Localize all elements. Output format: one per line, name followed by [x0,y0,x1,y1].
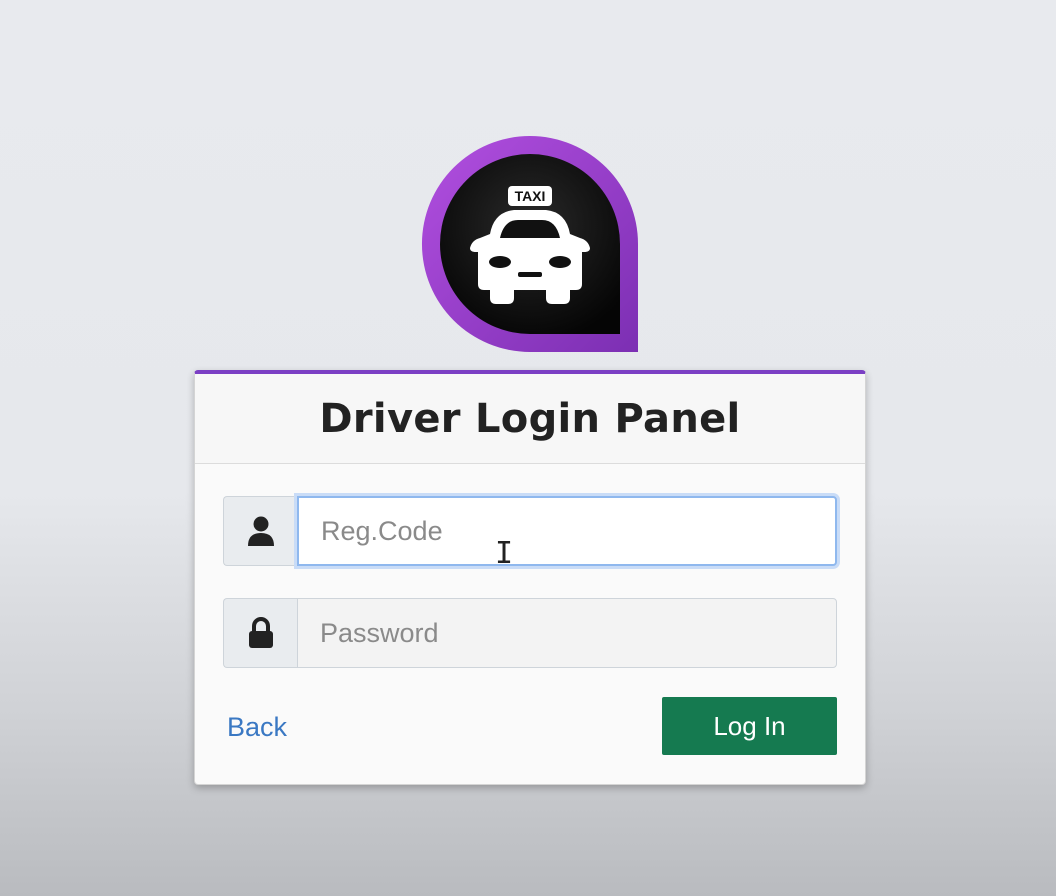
taxi-logo: TAXI [420,134,640,354]
regcode-addon [223,496,297,566]
panel-header: Driver Login Panel [195,374,865,464]
taxi-pin-icon: TAXI [421,136,638,352]
user-icon [247,516,274,546]
password-addon [223,598,297,668]
login-panel: Driver Login Panel I Back Log In [194,370,866,785]
regcode-input-group [223,496,837,566]
taxi-badge-text: TAXI [515,188,546,204]
lock-icon [248,617,273,648]
regcode-input[interactable] [297,496,837,566]
password-input[interactable] [297,598,837,668]
password-input-group [223,598,837,668]
back-link[interactable]: Back [227,712,287,743]
login-button[interactable]: Log In [662,697,837,755]
panel-title: Driver Login Panel [319,395,741,442]
